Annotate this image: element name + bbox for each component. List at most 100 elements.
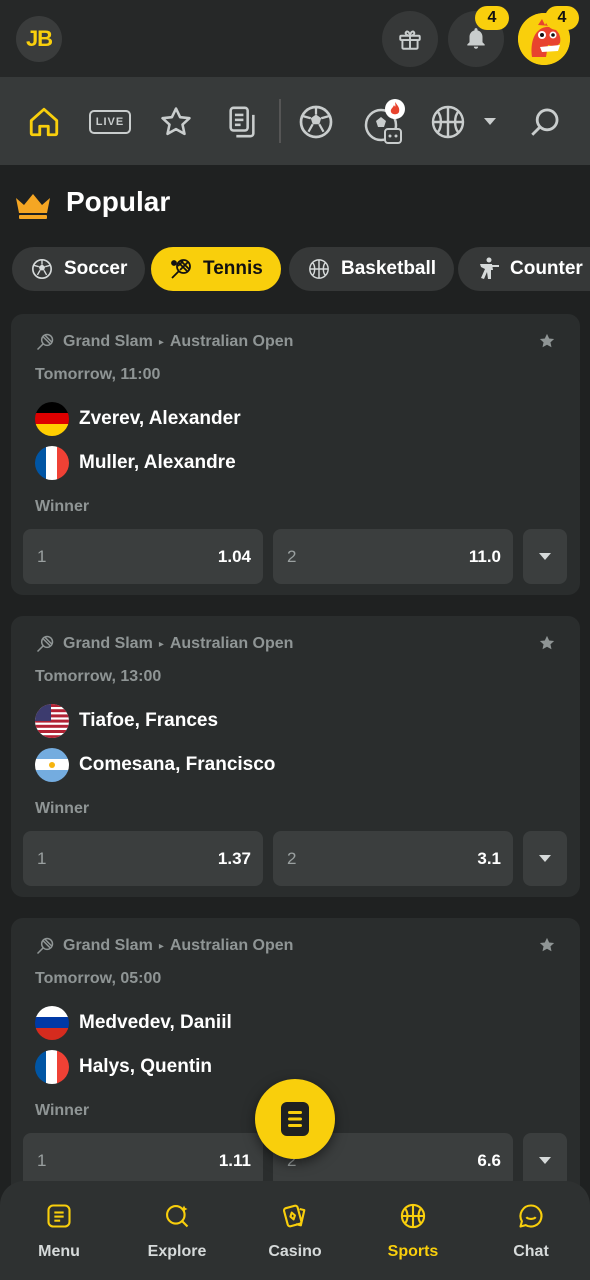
market-label: Winner (35, 800, 90, 817)
chevron-down-icon (484, 118, 496, 125)
live-icon: LIVE (89, 110, 131, 134)
league-category: Grand Slam (63, 937, 153, 954)
top-bar: JB 4 4 (0, 0, 590, 77)
nav-divider (279, 99, 281, 143)
russia-flag-icon (35, 1006, 69, 1040)
betslip-nav-button[interactable] (217, 97, 267, 147)
chip-label: Soccer (64, 258, 128, 279)
tennis-icon (169, 257, 193, 281)
betslip-icon (281, 1102, 309, 1136)
tennis-icon (36, 333, 54, 351)
bottom-nav-explore[interactable]: Explore (127, 1201, 227, 1261)
more-markets-button[interactable] (523, 529, 567, 584)
menu-icon (44, 1201, 74, 1231)
casino-icon (280, 1201, 310, 1231)
france-flag-icon (35, 1050, 69, 1084)
crown-icon (16, 194, 50, 219)
match-card[interactable]: Grand Slam ▸ Australian Open Tomorrow, 1… (11, 314, 580, 595)
team-name: Tiafoe, Frances (79, 710, 219, 731)
basketball-icon (431, 105, 465, 139)
match-league: Grand Slam ▸ Australian Open (35, 634, 293, 654)
match-time: Tomorrow, 11:00 (35, 366, 161, 383)
team-home: Zverev, Alexander (35, 402, 241, 436)
odd-label: 1 (37, 546, 47, 566)
bottom-nav-menu[interactable]: Menu (9, 1201, 109, 1261)
more-sports-dropdown[interactable] (470, 97, 510, 147)
match-league: Grand Slam ▸ Australian Open (35, 936, 293, 956)
gift-button[interactable] (382, 11, 438, 67)
team-name: Comesana, Francisco (79, 754, 276, 775)
france-flag-icon (35, 446, 69, 480)
bottom-nav-chat[interactable]: Chat (481, 1201, 581, 1261)
odd-button-1[interactable]: 1 1.04 (23, 529, 263, 584)
chip-soccer[interactable]: Soccer (12, 247, 146, 291)
search-icon (531, 108, 559, 136)
basketball-nav-button[interactable] (423, 97, 473, 147)
chip-tennis[interactable]: Tennis (151, 247, 281, 291)
betslip-fab-button[interactable] (255, 1079, 335, 1159)
league-tournament: Australian Open (169, 937, 294, 954)
odd-button-2[interactable]: 2 11.0 (273, 529, 513, 584)
odd-value: 6.6 (477, 1150, 501, 1170)
odd-button-2[interactable]: 2 3.1 (273, 831, 513, 886)
match-time: Tomorrow, 05:00 (35, 970, 162, 987)
bottom-nav-sports[interactable]: Sports (363, 1201, 463, 1261)
sports-icon (398, 1201, 428, 1231)
favorites-button[interactable] (151, 97, 201, 147)
argentina-flag-icon (35, 748, 69, 782)
chip-counter[interactable]: Counter (458, 247, 590, 291)
chip-label: Tennis (203, 258, 263, 279)
chevron-down-icon (539, 552, 551, 560)
bottom-nav-label: Chat (513, 1243, 549, 1260)
odd-label: 2 (287, 546, 297, 566)
chip-basketball[interactable]: Basketball (289, 247, 455, 291)
live-button[interactable]: LIVE (85, 97, 135, 147)
match-time: Tomorrow, 13:00 (35, 668, 162, 685)
more-markets-button[interactable] (523, 1133, 567, 1188)
sport-filter-chips: Soccer Tennis Basketball Counter (12, 247, 590, 291)
bottom-nav-label: Menu (38, 1243, 80, 1260)
home-icon (29, 107, 59, 137)
bottom-nav-label: Casino (268, 1243, 322, 1260)
team-away: Muller, Alexandre (35, 446, 236, 480)
notifications-badge: 4 (475, 6, 509, 30)
soccer-icon (30, 257, 54, 281)
logo[interactable]: JB (16, 16, 62, 62)
odd-value: 1.11 (218, 1150, 251, 1170)
favorite-star-icon[interactable] (538, 634, 556, 652)
usa-flag-icon (35, 704, 69, 738)
odd-value: 3.1 (477, 848, 501, 868)
favorite-star-icon[interactable] (538, 936, 556, 954)
market-label: Winner (35, 498, 90, 515)
odd-button-1[interactable]: 1 1.11 (23, 1133, 263, 1188)
market-label: Winner (35, 1102, 90, 1119)
gift-icon (399, 30, 421, 50)
team-name: Halys, Quentin (79, 1056, 213, 1077)
chevron-down-icon (539, 1156, 551, 1164)
league-category: Grand Slam (63, 635, 153, 652)
bottom-nav-casino[interactable]: Casino (245, 1201, 345, 1261)
team-home: Tiafoe, Frances (35, 704, 218, 738)
tennis-icon (36, 937, 54, 955)
match-card[interactable]: Grand Slam ▸ Australian Open Tomorrow, 1… (11, 616, 580, 897)
odd-label: 2 (287, 848, 297, 868)
odd-label: 1 (37, 848, 47, 868)
hot-soccer-icon (364, 99, 405, 144)
search-button[interactable] (520, 97, 570, 147)
soccer-icon (299, 105, 333, 139)
chat-icon (516, 1201, 546, 1231)
odd-button-1[interactable]: 1 1.37 (23, 831, 263, 886)
odd-value: 11.0 (468, 546, 501, 566)
favorite-star-icon[interactable] (538, 332, 556, 350)
chevron-down-icon (539, 854, 551, 862)
betslip-icon (229, 106, 255, 138)
soccer-nav-button[interactable] (291, 97, 341, 147)
basketball-icon (307, 257, 331, 281)
hot-soccer-nav-button[interactable] (358, 97, 408, 147)
more-markets-button[interactable] (523, 831, 567, 886)
home-button[interactable] (19, 97, 69, 147)
league-tournament: Australian Open (169, 635, 294, 652)
team-name: Muller, Alexandre (79, 452, 236, 473)
counter-strike-icon (476, 257, 500, 281)
tennis-icon (36, 635, 54, 653)
